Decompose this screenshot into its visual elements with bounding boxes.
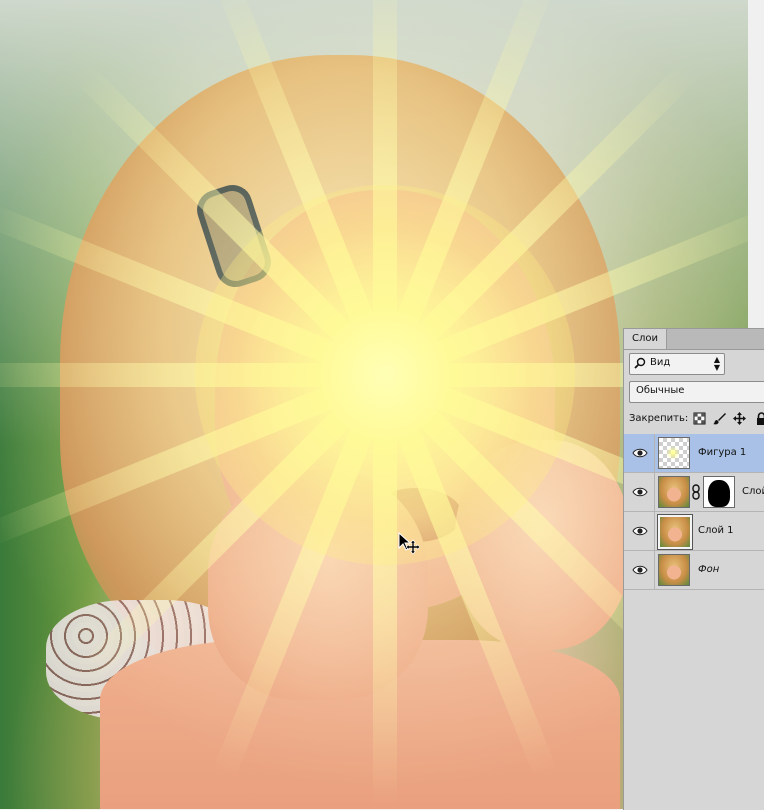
layer-filter-select[interactable]: Вид ▲ ▼ — [629, 353, 725, 375]
layer-divider — [654, 473, 655, 511]
layer-list: Фигура 1 Слой Слой 1 — [624, 434, 764, 590]
blend-mode-select[interactable]: Обычные — [629, 381, 764, 403]
layer-row-masked[interactable]: Слой — [624, 473, 764, 512]
layer-thumbnail — [658, 554, 690, 586]
updown-arrows-icon: ▲ ▼ — [713, 355, 720, 372]
panel-tabbar: Слои — [624, 329, 764, 350]
layer-filter-label: Вид — [650, 357, 671, 368]
tab-layers[interactable]: Слои — [624, 329, 667, 349]
canvas-edge — [748, 0, 764, 330]
eye-icon[interactable] — [632, 485, 648, 499]
layer-row-layer1[interactable]: Слой 1 — [624, 512, 764, 551]
brush-icon[interactable] — [713, 412, 726, 425]
move-cursor-icon — [398, 532, 421, 555]
layer-thumbnail — [658, 476, 690, 508]
lock-row: Закрепить: — [629, 411, 764, 427]
layer-row-background[interactable]: Фон — [624, 551, 764, 590]
layer-name: Слой 1 — [698, 525, 734, 536]
checkerboard-icon[interactable] — [693, 412, 706, 425]
layer-thumbnail — [657, 514, 693, 550]
chain-icon[interactable] — [692, 484, 700, 500]
lock-icon[interactable] — [755, 412, 764, 425]
move-icon[interactable] — [733, 412, 746, 425]
layer-divider — [654, 551, 655, 589]
layer-divider — [654, 434, 655, 472]
layer-mask-thumbnail[interactable] — [703, 476, 735, 508]
layer-name: Слой — [742, 486, 764, 497]
eye-icon[interactable] — [632, 524, 648, 538]
eye-icon[interactable] — [632, 563, 648, 577]
eye-icon[interactable] — [632, 446, 648, 460]
layer-row-figure[interactable]: Фигура 1 — [624, 434, 764, 473]
layer-thumbnail — [658, 437, 690, 469]
layers-panel: Слои Вид ▲ ▼ Обычные Закрепить: Фигура 1… — [623, 328, 764, 810]
layer-divider — [654, 512, 655, 550]
blend-mode-value: Обычные — [636, 385, 685, 396]
layer-filter-row: Вид ▲ ▼ — [629, 353, 764, 375]
layer-name: Фон — [698, 564, 720, 575]
layer-name: Фигура 1 — [698, 447, 747, 458]
flare-core — [195, 185, 575, 565]
search-icon — [634, 357, 646, 369]
lock-label: Закрепить: — [629, 413, 689, 424]
